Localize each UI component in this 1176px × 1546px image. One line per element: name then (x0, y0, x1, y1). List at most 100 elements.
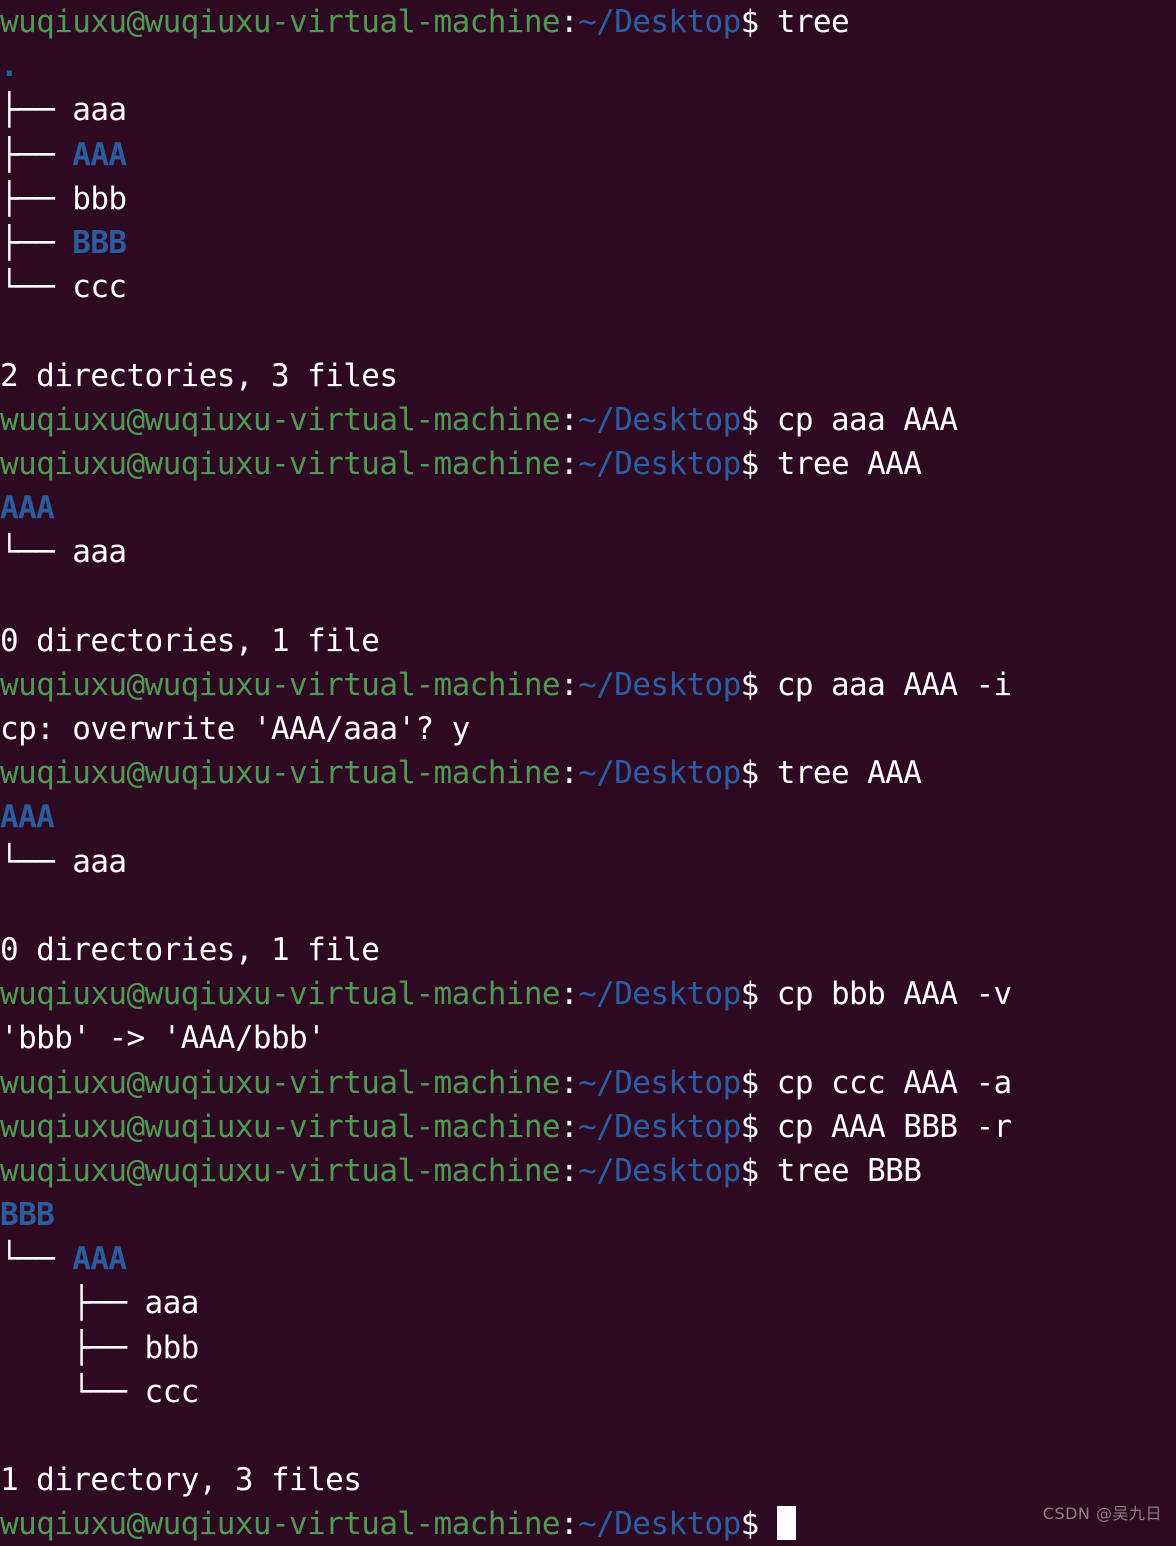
file-name: 2 directories, 3 files (0, 357, 398, 394)
tree-branch-glyph: ├── (0, 224, 73, 261)
terminal-prompt-line: wuqiuxu@wuqiuxu-virtual-machine:~/Deskto… (0, 663, 1176, 707)
terminal-prompt-line: wuqiuxu@wuqiuxu-virtual-machine:~/Deskto… (0, 1105, 1176, 1149)
directory-name: AAA (72, 1241, 127, 1278)
terminal-prompt-line: wuqiuxu@wuqiuxu-virtual-machine:~/Deskto… (0, 398, 1176, 442)
file-name: 'bbb' -> 'AAA/bbb' (0, 1020, 326, 1057)
tree-branch-glyph: ├── (0, 136, 73, 173)
prompt-sigil: $ (740, 1506, 777, 1543)
terminal-prompt-line: wuqiuxu@wuqiuxu-virtual-machine:~/Deskto… (0, 0, 1176, 44)
directory-name: . (0, 48, 19, 85)
terminal-command: tree (776, 4, 850, 40)
prompt-separator: : (559, 1152, 579, 1189)
tree-branch-glyph: └── (0, 1241, 73, 1278)
terminal-output-line: ├── BBB (0, 221, 1176, 265)
prompt-separator: : (559, 401, 579, 438)
prompt-separator: : (559, 1064, 579, 1101)
terminal-output-area[interactable]: wuqiuxu@wuqiuxu-virtual-machine:~/Deskto… (0, 0, 1176, 1546)
tree-branch-glyph: ├── (0, 1285, 145, 1322)
terminal-output-line: 2 directories, 3 files (0, 354, 1176, 398)
file-name: ccc (144, 1373, 200, 1410)
prompt-sigil: $ (740, 1152, 777, 1189)
directory-name: BBB (0, 1197, 55, 1234)
prompt-user-host: wuqiuxu@wuqiuxu-virtual-machine (0, 1108, 561, 1145)
prompt-separator: : (559, 976, 579, 1013)
prompt-user-host: wuqiuxu@wuqiuxu-virtual-machine (0, 755, 561, 792)
terminal-output-line: 1 directory, 3 files (0, 1458, 1176, 1502)
prompt-separator: : (559, 755, 579, 792)
terminal-cursor (776, 1506, 796, 1541)
terminal-command: cp AAA BBB -r (776, 1108, 1012, 1145)
directory-name: AAA (0, 490, 55, 527)
prompt-user-host: wuqiuxu@wuqiuxu-virtual-machine (0, 666, 561, 703)
file-name: 0 directories, 1 file (0, 622, 380, 659)
prompt-user-host: wuqiuxu@wuqiuxu-virtual-machine (0, 401, 561, 438)
prompt-sigil: $ (740, 445, 777, 482)
prompt-path: ~/Desktop (578, 666, 741, 703)
terminal-output-line: └── aaa (0, 530, 1176, 574)
terminal-output-line: 0 directories, 1 file (0, 619, 1176, 663)
directory-name: AAA (72, 136, 127, 173)
file-name: bbb (144, 1329, 200, 1366)
prompt-user-host: wuqiuxu@wuqiuxu-virtual-machine (0, 4, 561, 40)
directory-name: AAA (0, 799, 55, 836)
terminal-output-line: └── AAA (0, 1237, 1176, 1281)
terminal-command: tree AAA (776, 755, 922, 792)
prompt-user-host: wuqiuxu@wuqiuxu-virtual-machine (0, 976, 561, 1013)
tree-branch-glyph: └── (0, 269, 73, 306)
file-name: cp: overwrite 'AAA/aaa'? y (0, 711, 470, 747)
prompt-path: ~/Desktop (578, 1506, 741, 1543)
terminal-prompt-line: wuqiuxu@wuqiuxu-virtual-machine:~/Deskto… (0, 1149, 1176, 1193)
prompt-path: ~/Desktop (578, 445, 741, 482)
terminal-prompt-line: wuqiuxu@wuqiuxu-virtual-machine:~/Deskto… (0, 442, 1176, 486)
terminal-output-line: └── aaa (0, 840, 1176, 884)
terminal-prompt-line: wuqiuxu@wuqiuxu-virtual-machine:~/Deskto… (0, 751, 1176, 795)
terminal-output-line: ├── AAA (0, 133, 1176, 177)
csdn-watermark: CSDN @吴九日 (1042, 1503, 1162, 1523)
prompt-sigil: $ (740, 401, 777, 438)
prompt-sigil: $ (740, 1108, 777, 1145)
file-name: ccc (72, 269, 127, 306)
file-name: 0 directories, 1 file (0, 931, 380, 968)
prompt-sigil: $ (740, 1064, 777, 1101)
tree-branch-glyph: └── (0, 534, 73, 571)
prompt-user-host: wuqiuxu@wuqiuxu-virtual-machine (0, 1506, 561, 1543)
terminal-output-line: ├── bbb (0, 1326, 1176, 1370)
terminal-command: tree BBB (776, 1152, 922, 1189)
terminal-command: cp bbb AAA -v (776, 976, 1012, 1013)
terminal-output-line: └── ccc (0, 1370, 1176, 1414)
tree-branch-glyph: ├── (0, 92, 73, 129)
file-name: aaa (72, 92, 127, 129)
prompt-separator: : (559, 1108, 579, 1145)
tree-branch-glyph: └── (0, 843, 73, 880)
terminal-prompt-line: wuqiuxu@wuqiuxu-virtual-machine:~/Deskto… (0, 1502, 1176, 1546)
prompt-path: ~/Desktop (578, 1108, 741, 1145)
file-name: aaa (72, 843, 127, 880)
prompt-separator: : (559, 1506, 579, 1543)
terminal-output-line: BBB (0, 1193, 1176, 1237)
terminal-output-line: ├── bbb (0, 177, 1176, 221)
prompt-user-host: wuqiuxu@wuqiuxu-virtual-machine (0, 1152, 561, 1189)
file-name: aaa (144, 1285, 200, 1322)
terminal-command: cp aaa AAA (776, 401, 958, 438)
prompt-separator: : (559, 4, 579, 40)
terminal-output-line: AAA (0, 486, 1176, 530)
terminal-output-line: ├── aaa (0, 1281, 1176, 1325)
terminal-command: cp aaa AAA -i (776, 666, 1012, 703)
terminal-output-line: AAA (0, 795, 1176, 839)
terminal-output-line: cp: overwrite 'AAA/aaa'? y (0, 707, 1176, 751)
file-name: aaa (72, 534, 127, 571)
terminal-prompt-line: wuqiuxu@wuqiuxu-virtual-machine:~/Deskto… (0, 972, 1176, 1016)
terminal-command: tree AAA (776, 445, 922, 482)
prompt-path: ~/Desktop (578, 1152, 741, 1189)
prompt-sigil: $ (740, 976, 777, 1013)
prompt-path: ~/Desktop (578, 401, 741, 438)
terminal-output-line: . (0, 44, 1176, 88)
prompt-user-host: wuqiuxu@wuqiuxu-virtual-machine (0, 445, 561, 482)
prompt-path: ~/Desktop (578, 976, 741, 1013)
prompt-separator: : (559, 445, 579, 482)
terminal-window[interactable]: wuqiuxu@wuqiuxu-virtual-machine:~/Deskto… (0, 0, 1176, 1546)
file-name: bbb (72, 180, 127, 217)
